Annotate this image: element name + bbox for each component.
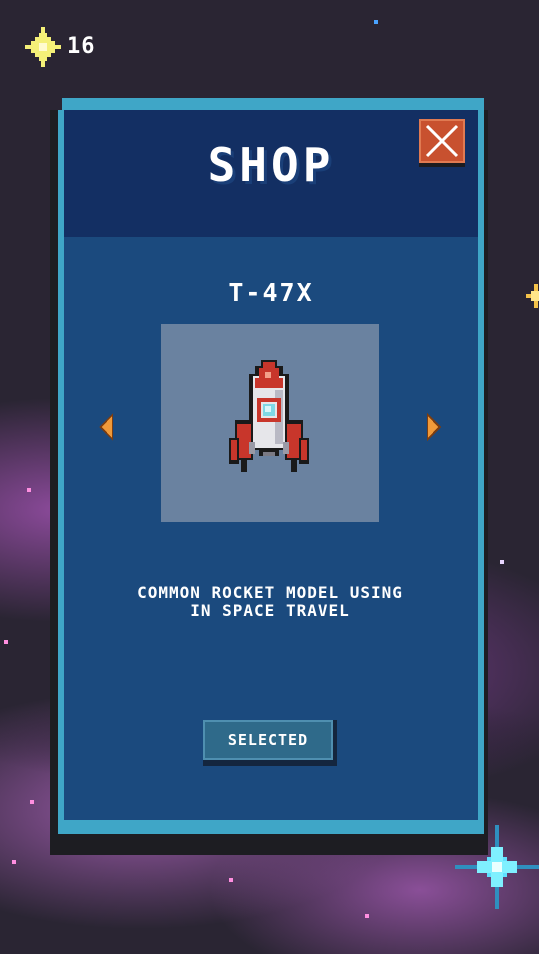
arrow-right-icon[interactable]	[425, 413, 441, 441]
star	[30, 800, 34, 804]
star-coin-icon	[25, 27, 61, 67]
description-line: COMMON ROCKET MODEL USING	[137, 583, 403, 602]
arrow-left-icon[interactable]	[99, 413, 115, 441]
selected-button[interactable]: SELECTED	[203, 720, 337, 766]
star	[500, 560, 504, 564]
ship-name: T-47X	[228, 278, 314, 307]
star	[365, 914, 369, 918]
star	[4, 640, 8, 644]
star	[12, 860, 16, 864]
close-button[interactable]	[419, 119, 465, 167]
ship-description: COMMON ROCKET MODEL USING IN SPACE TRAVE…	[80, 584, 460, 620]
shop-title: SHOP	[207, 138, 335, 192]
sparkle-icon	[526, 284, 539, 308]
star	[27, 488, 31, 492]
star	[229, 878, 233, 882]
star	[374, 20, 378, 24]
close-x-icon	[425, 124, 459, 158]
description-line: IN SPACE TRAVEL	[190, 601, 350, 620]
shop-panel-bottom-edge	[64, 820, 478, 834]
rocket-icon	[229, 360, 309, 472]
coin-count: 16	[67, 34, 96, 59]
selected-button-label[interactable]: SELECTED	[203, 720, 333, 760]
